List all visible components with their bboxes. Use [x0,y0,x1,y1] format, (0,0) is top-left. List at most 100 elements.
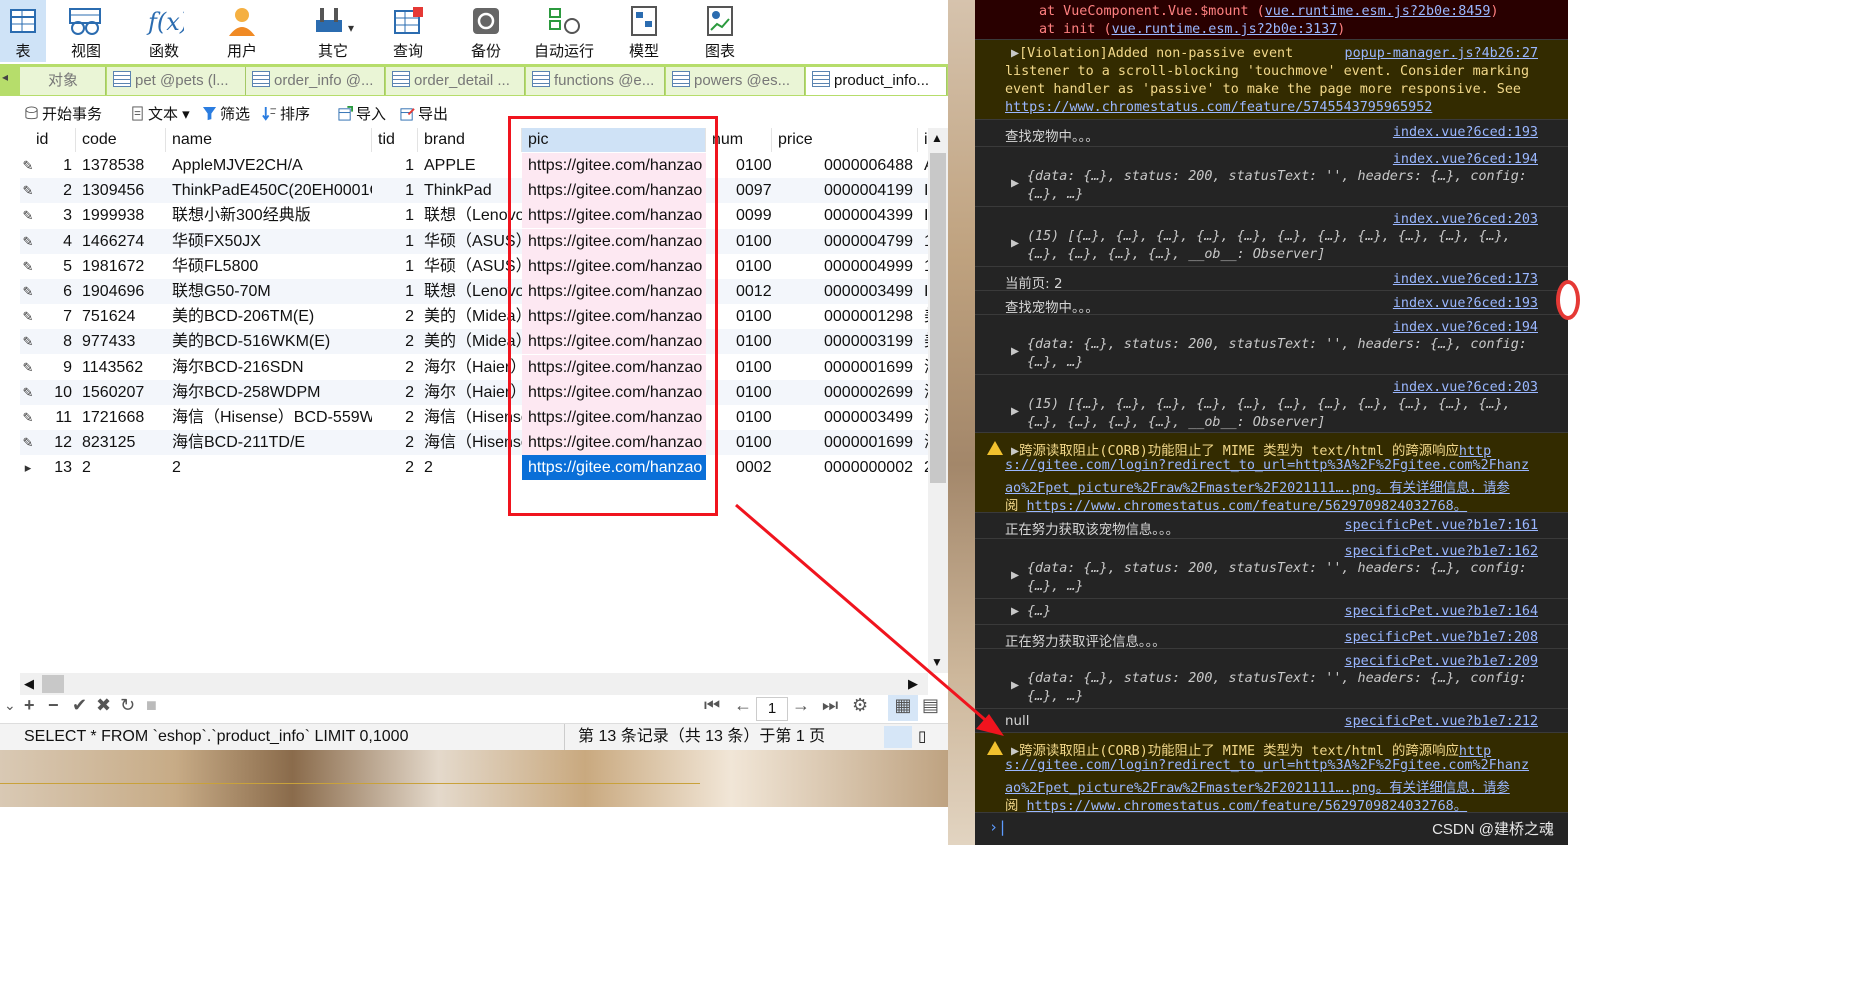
console-object[interactable]: {data: {…}, status: 200, statusText: '',… [1027,561,1527,576]
cell-tid[interactable]: 2 [372,430,418,455]
corb-url[interactable]: s://gitee.com/login?redirect_to_url=http… [1005,758,1529,773]
cell-num[interactable]: 0100 [730,304,796,329]
add-record-icon[interactable]: + [24,695,35,716]
cell-i[interactable]: 1 [918,229,928,254]
corb-url[interactable]: ao%2Fpet_picture%2Fraw%2Fmaster%2F202111… [1005,776,1510,796]
cell-i[interactable]: 美 [918,304,928,329]
toolbar-user-button[interactable]: 用户 [216,0,268,62]
cell-code[interactable]: 823125 [76,430,166,455]
cell-brand[interactable]: APPLE [418,153,522,178]
cell-code[interactable]: 751624 [76,304,166,329]
cell-tid[interactable]: 2 [372,405,418,430]
cell-name[interactable]: 2 [166,455,372,480]
cell-num[interactable]: 0100 [730,405,796,430]
column-header-name[interactable]: name [166,128,372,152]
console-source-link[interactable]: index.vue?6ced:194 [1393,152,1538,167]
scroll-up-icon[interactable]: ▲ [931,131,943,145]
console-source-link[interactable]: index.vue?6ced:193 [1393,296,1538,311]
cell-price[interactable]: 0000006488 [818,153,928,178]
expand-triangle-icon[interactable]: ▶ [1011,744,1019,759]
cell-name[interactable]: 海尔BCD-258WDPM [166,380,372,405]
cell-price[interactable]: 0000003199 [818,329,928,354]
console-source-link[interactable]: specificPet.vue?b1e7:162 [1345,544,1538,559]
console-source-link[interactable]: index.vue?6ced:203 [1393,212,1538,227]
expand-triangle-icon[interactable]: ▶ [1011,678,1019,693]
cell-i[interactable]: I [918,279,928,304]
cell-code[interactable]: 1981672 [76,254,166,279]
cell-brand[interactable]: 美的（Midea） [418,329,522,354]
toolbar-function-button[interactable]: f(x) 函数 [138,0,190,62]
table-row[interactable]: ✎ 10 1560207 海尔BCD-258WDPM 2 海尔（Haier） https:/… [20,379,928,405]
cell-tid[interactable]: 1 [372,254,418,279]
cell-i[interactable]: 海 [918,355,928,380]
apply-changes-icon[interactable]: ✔ [72,695,87,716]
console-source-link[interactable]: specificPet.vue?b1e7:208 [1345,630,1538,645]
table-row[interactable]: ✎ 5 1981672 华硕FL5800 1 华硕（ASUS） https://gitee.… [20,253,928,279]
cell-id[interactable]: 4 [30,229,76,254]
console-object[interactable]: {…} [1027,604,1051,619]
cell-id[interactable]: 3 [30,203,76,228]
tab-powers[interactable]: powers @es... [666,67,805,95]
cell-code[interactable]: 1904696 [76,279,166,304]
cell-i[interactable]: 海 [918,380,928,405]
cell-tid[interactable]: 1 [372,153,418,178]
table-row[interactable]: ✎ 11 1721668 海信（Hisense）BCD-559WT 2 海信（Hisens… [20,405,928,430]
console-source-link[interactable]: specificPet.vue?b1e7:164 [1345,604,1538,619]
cell-num[interactable]: 0100 [730,229,796,254]
corb-url[interactable]: s://gitee.com/login?redirect_to_url=http… [1005,458,1529,473]
toolbar-table-button[interactable]: 表 [0,0,46,62]
detail-pane-icon[interactable]: ▯ [918,724,926,750]
tab-order-info[interactable]: order_info @... [246,67,385,95]
export-button[interactable]: 导出 [400,104,448,126]
cell-id[interactable]: 9 [30,355,76,380]
begin-transaction-button[interactable]: 开始事务 [24,104,102,126]
settings-icon[interactable]: ⚙ [852,695,868,716]
scroll-down-icon[interactable]: ▼ [931,655,943,669]
cell-num[interactable]: 0100 [730,355,796,380]
cell-num[interactable]: 0100 [730,153,796,178]
cell-brand[interactable]: 联想（Lenovo） [418,279,522,304]
last-page-icon[interactable]: ⏭ [822,695,838,716]
refresh-icon[interactable]: ↻ [120,695,135,716]
console-source-link[interactable]: specificPet.vue?b1e7:212 [1345,714,1538,729]
column-header-price[interactable]: price [772,128,918,152]
toolbar-view-button[interactable]: 视图 [60,0,112,62]
expand-triangle-icon[interactable]: ▶ [1011,236,1019,251]
console-source-link[interactable]: popup-manager.js?4b26:27 [1345,46,1538,61]
cell-code[interactable]: 1560207 [76,380,166,405]
cell-id[interactable]: 13 [30,455,76,480]
console-object[interactable]: {…}, …} [1027,579,1083,594]
cell-tid[interactable]: 1 [372,229,418,254]
cell-id[interactable]: 6 [30,279,76,304]
expand-triangle-icon[interactable]: ▶ [1011,444,1019,459]
cell-id[interactable]: 8 [30,329,76,354]
cell-i[interactable]: I [918,178,928,203]
tab-order-detail[interactable]: order_detail ... [386,67,525,95]
scroll-left-icon[interactable]: ◀ [24,676,34,692]
cell-code[interactable]: 1309456 [76,178,166,203]
expand-triangle-icon[interactable]: ▶ [1011,344,1019,359]
horizontal-scroll-thumb[interactable] [42,675,64,693]
console-source-link[interactable]: index.vue?6ced:194 [1393,320,1538,335]
cell-price[interactable]: 0000003499 [818,405,928,430]
table-row[interactable]: ✎ 8 977433 美的BCD-516WKM(E) 2 美的（Midea） https:/… [20,329,928,355]
cell-id[interactable]: 10 [30,380,76,405]
tab-functions[interactable]: functions @e... [526,67,665,95]
expand-triangle-icon[interactable]: ▶ [1011,176,1019,191]
cell-num[interactable]: 0099 [730,203,796,228]
page-number-input[interactable]: 1 [756,697,788,721]
horizontal-scrollbar[interactable] [20,673,928,695]
cell-price[interactable]: 0000001699 [818,430,928,455]
cell-name[interactable]: 美的BCD-206TM(E) [166,304,372,329]
cell-name[interactable]: ThinkPadE450C(20EH0001C [166,178,372,203]
console-object[interactable]: {data: {…}, status: 200, statusText: '',… [1027,169,1527,184]
split-view-icon[interactable] [884,726,912,748]
cell-code[interactable]: 1466274 [76,229,166,254]
cell-name[interactable]: 华硕FX50JX [166,229,372,254]
cell-id[interactable]: 12 [30,430,76,455]
cell-price[interactable]: 0000004199 [818,178,928,203]
cell-id[interactable]: 11 [30,405,76,430]
cell-i[interactable]: A [918,153,928,178]
console-object[interactable]: (15) [{…}, {…}, {…}, {…}, {…}, {…}, {…},… [1027,397,1511,412]
toolbar-chart-button[interactable]: 图表 [694,0,746,62]
